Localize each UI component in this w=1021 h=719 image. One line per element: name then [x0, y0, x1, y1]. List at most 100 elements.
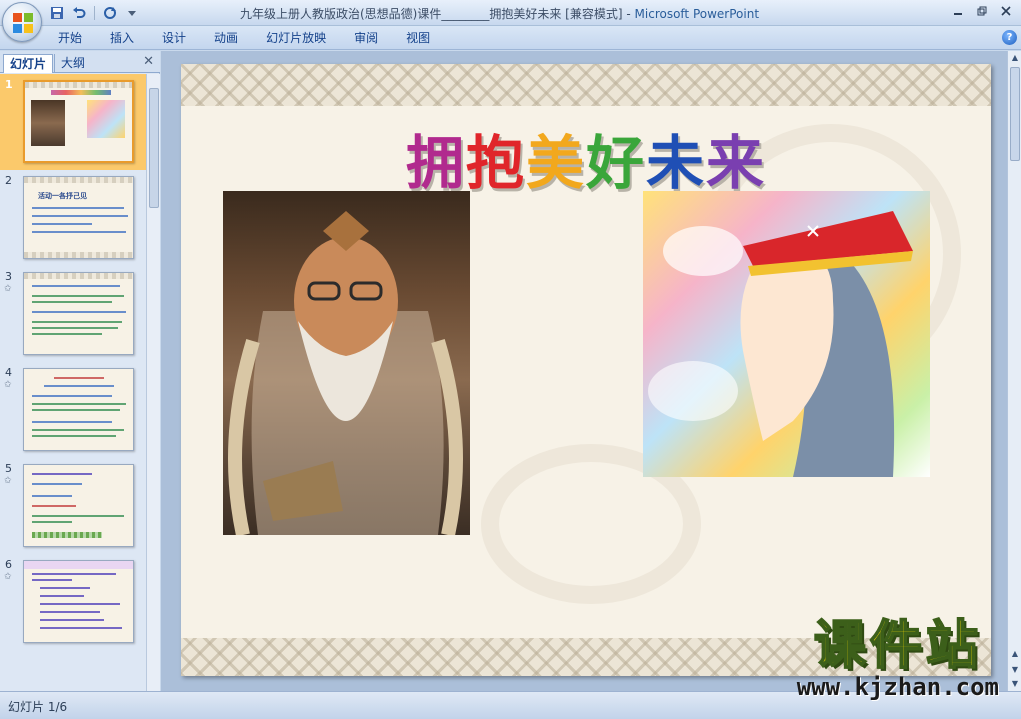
tab-review[interactable]: 审阅	[342, 26, 390, 50]
slides-panel: 幻灯片 大纲 ✕ 1 2 活动一各抒己见 3 ✩ 4 ✩ 5 ✩ 6 ✩	[0, 51, 160, 691]
thumb-text-line	[32, 295, 124, 297]
office-logo-icon	[13, 13, 33, 33]
title-char: 美	[525, 129, 586, 197]
slide-thumbnail-row[interactable]: 1	[0, 74, 146, 170]
thumb-text-line	[32, 207, 124, 209]
slide-number: 4	[5, 366, 12, 379]
thumb-text-line	[32, 429, 124, 431]
slide-thumbnail-row[interactable]: 5 ✩	[0, 458, 146, 554]
thumb-top-band	[24, 561, 133, 569]
slide-number: 2	[5, 174, 12, 187]
close-window-icon[interactable]	[995, 2, 1017, 20]
thumb-text-line	[32, 215, 128, 217]
animation-star-icon: ✩	[4, 380, 12, 390]
minimize-icon[interactable]	[947, 2, 969, 20]
thumb-text-line	[40, 611, 100, 613]
help-icon[interactable]: ?	[1002, 30, 1017, 45]
thumb-text-line	[32, 285, 120, 287]
window-controls	[947, 2, 1017, 20]
thumb-text-line	[32, 435, 116, 437]
scroll-down-icon[interactable]: ▼	[1008, 677, 1021, 691]
thumb-text-line	[32, 579, 72, 581]
previous-slide-icon[interactable]: ▲	[1008, 647, 1021, 661]
thumb-text-line	[32, 421, 112, 423]
thumb-text-line	[32, 301, 112, 303]
thumb-title: 活动一各抒己见	[38, 192, 87, 200]
tab-design[interactable]: 设计	[150, 26, 198, 50]
undo-icon[interactable]	[70, 4, 88, 22]
old-man-illustration	[228, 211, 463, 535]
slide-thumbnail[interactable]	[23, 368, 134, 451]
slide-top-border	[181, 64, 991, 106]
slide-title[interactable]: 拥抱美好未来	[181, 116, 991, 200]
slide-number: 1	[5, 78, 13, 91]
save-icon[interactable]	[48, 4, 66, 22]
tab-outline[interactable]: 大纲	[54, 54, 91, 73]
slide-scrollbar[interactable]: ▲ ▲ ▼ ▼	[1007, 51, 1021, 691]
slide-thumbnail-row[interactable]: 6 ✩	[0, 554, 146, 650]
thumb-text-line	[32, 483, 82, 485]
thumb-text-line	[40, 603, 120, 605]
slide-thumbnail[interactable]	[23, 464, 134, 547]
old-man-reading-image[interactable]	[223, 191, 470, 535]
slide-thumbnail[interactable]	[23, 272, 134, 355]
thumb-text-line	[40, 587, 90, 589]
thumb-text-line	[32, 311, 126, 313]
thumb-old-man-image	[31, 100, 65, 146]
watermark-title: 课件站	[813, 616, 982, 676]
girl-with-book-image[interactable]	[643, 191, 930, 477]
panel-scroll-thumb[interactable]	[149, 88, 159, 208]
thumb-text-line	[40, 619, 104, 621]
slide-thumbnail-row[interactable]: 2 活动一各抒己见	[0, 170, 146, 266]
title-char: 抱	[465, 129, 526, 197]
slide-thumbnail-row[interactable]: 3 ✩	[0, 266, 146, 362]
thumb-girl-image	[87, 100, 125, 138]
tab-slideshow[interactable]: 幻灯片放映	[254, 26, 338, 50]
slide-thumbnail[interactable]	[23, 80, 134, 163]
scroll-up-icon[interactable]: ▲	[1008, 51, 1021, 65]
thumb-text-line	[40, 627, 122, 629]
tab-view[interactable]: 视图	[394, 26, 442, 50]
tab-animations[interactable]: 动画	[202, 26, 250, 50]
title-separator: -	[626, 7, 635, 21]
slide-thumbnail[interactable]: 活动一各抒己见	[23, 176, 134, 259]
thumb-text-line	[32, 231, 126, 233]
thumb-green-decoration	[32, 532, 102, 538]
thumb-text-line	[32, 505, 76, 507]
scroll-thumb[interactable]	[1010, 67, 1020, 161]
thumb-text-line	[32, 521, 72, 523]
thumb-text-line	[44, 385, 114, 387]
thumb-text-line	[32, 395, 112, 397]
title-char: 拥	[405, 129, 466, 197]
panel-tabs: 幻灯片 大纲 ✕	[0, 51, 160, 73]
thumb-text-line	[32, 333, 102, 335]
slide-number: 3	[5, 270, 12, 283]
tab-home[interactable]: 开始	[46, 26, 94, 50]
ribbon: 开始 插入 设计 动画 幻灯片放映 审阅 视图 ?	[0, 26, 1021, 50]
quick-access-toolbar	[48, 3, 141, 23]
thumb-border-band	[24, 177, 133, 183]
slide-thumbnail[interactable]	[23, 560, 134, 643]
document-title: 九年级上册人教版政治(思想品德)课件________拥抱美好未来 [兼容模式]	[240, 7, 623, 21]
customize-qat-icon[interactable]	[123, 4, 141, 22]
thumb-text-line	[54, 377, 104, 379]
thumb-text-line	[40, 595, 84, 597]
panel-scrollbar[interactable]	[146, 74, 160, 691]
thumb-text-line	[32, 473, 92, 475]
thumb-border-band	[25, 82, 132, 88]
slide-thumbnail-row[interactable]: 4 ✩	[0, 362, 146, 458]
thumb-text-line	[32, 327, 118, 329]
tab-slides[interactable]: 幻灯片	[3, 54, 54, 73]
redo-icon[interactable]	[101, 4, 119, 22]
title-bar: 九年级上册人教版政治(思想品德)课件________拥抱美好未来 [兼容模式] …	[0, 0, 1021, 42]
current-slide[interactable]: 拥抱美好未来	[181, 64, 991, 676]
tab-insert[interactable]: 插入	[98, 26, 146, 50]
restore-icon[interactable]	[971, 2, 993, 20]
office-button[interactable]	[2, 2, 42, 42]
window-title: 九年级上册人教版政治(思想品德)课件________拥抱美好未来 [兼容模式] …	[240, 5, 759, 22]
thumb-text-line	[32, 321, 122, 323]
title-char: 来	[706, 129, 767, 197]
panel-close-icon[interactable]: ✕	[143, 54, 154, 69]
thumb-border-band	[24, 252, 133, 258]
next-slide-icon[interactable]: ▼	[1008, 663, 1021, 677]
